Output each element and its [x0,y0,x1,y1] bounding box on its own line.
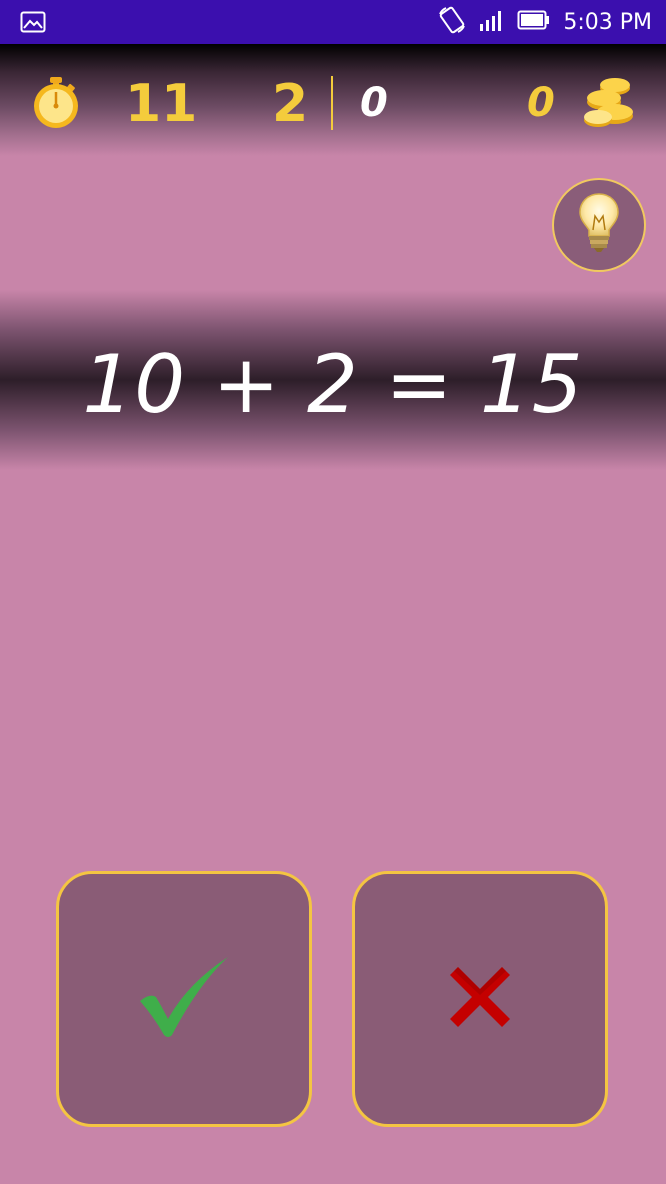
hint-button[interactable] [552,178,646,272]
status-time: 5:03 PM [563,9,652,35]
rotate-icon [437,6,467,39]
lightbulb-icon [577,192,621,259]
score-counter: 0 [360,80,388,126]
status-icons: 5:03 PM [437,0,652,44]
hud-divider [331,76,333,130]
coins-counter: 0 [527,80,555,126]
equation-text: 10 + 2 = 15 [82,338,584,431]
time-left-counter: 11 [125,74,198,134]
false-button[interactable] [352,871,608,1127]
checkmark-icon [138,955,230,1044]
battery-icon [517,9,551,36]
gallery-icon [20,11,46,38]
stopwatch-icon [30,76,82,135]
game-hud [0,44,666,156]
true-button[interactable] [56,871,312,1127]
status-bar: 5:03 PM [0,0,666,44]
cross-icon [444,961,516,1038]
coins-icon [582,72,636,135]
signal-icon [479,8,505,37]
level-counter: 2 [272,74,309,134]
